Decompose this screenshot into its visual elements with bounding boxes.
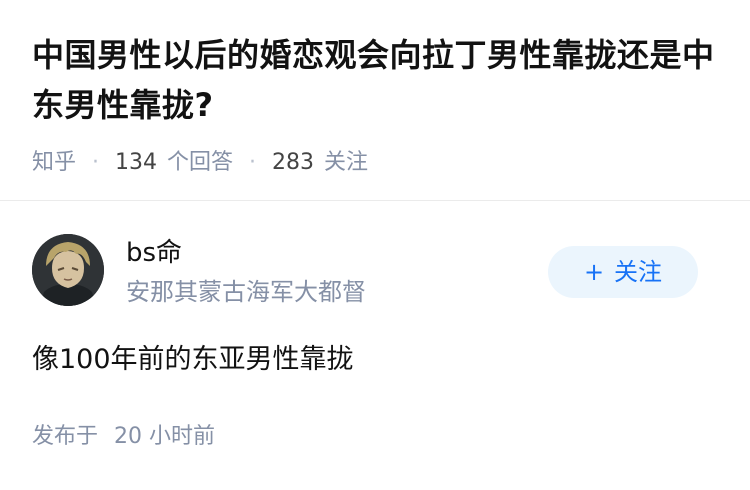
avatar[interactable]	[32, 234, 104, 306]
question-meta: 知乎 · 134 个回答 · 283 关注	[32, 148, 722, 178]
published-time: 20 小时前	[114, 424, 216, 449]
follower-count-label[interactable]: 关注	[324, 148, 368, 178]
answer-content: 像100年前的东亚男性靠拢	[32, 344, 354, 375]
question-header: 中国男性以后的婚恋观会向拉丁男性靠拢还是中东男性靠拢? 知乎 · 134 个回答…	[32, 30, 722, 178]
follower-count: 283	[272, 150, 315, 175]
answer-count-label[interactable]: 个回答	[167, 148, 233, 178]
meta-separator: ·	[249, 150, 257, 175]
author-bio: 安那其蒙古海军大都督	[126, 278, 366, 306]
author-card: bs命 安那其蒙古海军大都督 + 关注	[32, 234, 702, 310]
published-prefix: 发布于	[32, 424, 99, 449]
follow-label: 关注	[614, 258, 663, 286]
question-title[interactable]: 中国男性以后的婚恋观会向拉丁男性靠拢还是中东男性靠拢?	[32, 30, 722, 130]
plus-icon: +	[583, 258, 605, 286]
meta-separator: ·	[92, 150, 100, 175]
section-divider	[0, 200, 750, 201]
answer-count: 134	[115, 150, 158, 175]
follow-button[interactable]: + 关注	[548, 246, 698, 298]
answer-timestamp: 发布于 20 小时前	[32, 422, 215, 452]
avatar-portrait-icon	[32, 234, 104, 306]
source-label[interactable]: 知乎	[32, 148, 76, 178]
author-name[interactable]: bs命	[126, 236, 182, 270]
